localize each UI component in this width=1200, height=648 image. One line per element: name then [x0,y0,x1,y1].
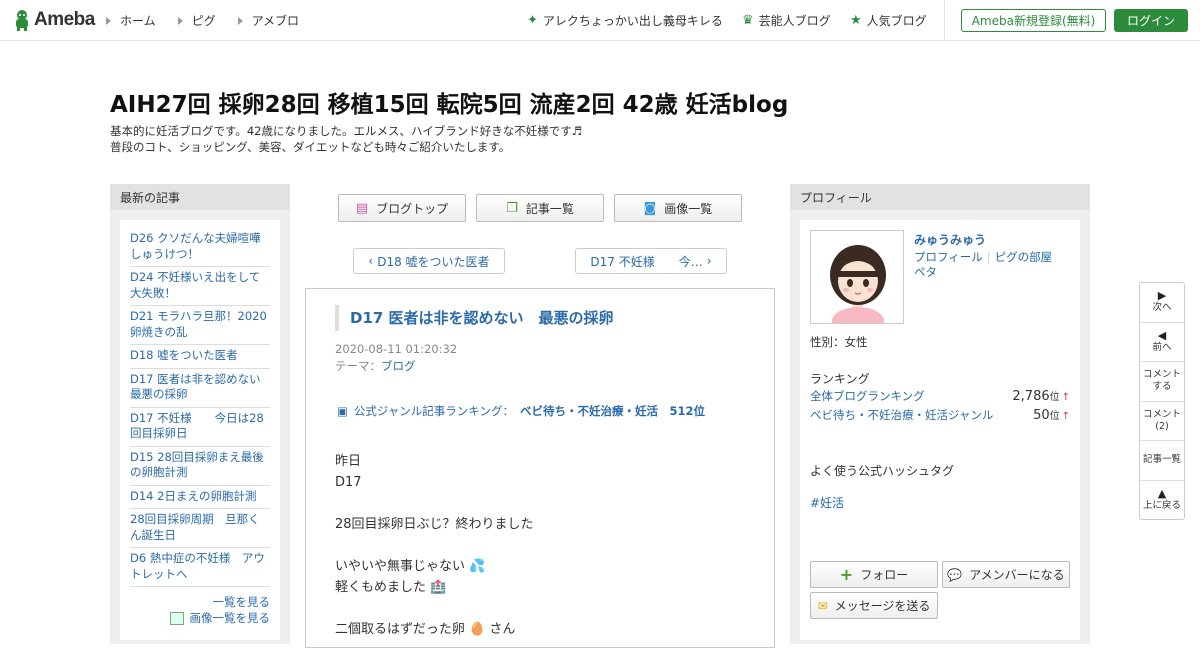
article-theme: テーマ：ブログ [335,359,416,373]
blog-description: 基本的に妊活ブログです。42歳になりました。エルメス、ハイブランド好きな不妊様で… [110,124,583,154]
view-images-link[interactable]: 画像一覧を見る [130,610,270,626]
profile-sidebar: プロフィール みゅうみゅう プロフィール | ピグの部屋 ペタ 性別：女性 ラン… [790,184,1090,644]
genre-ranking-link[interactable]: ▣ 公式ジャンル記事ランキング： ベビ待ち・不妊治療・妊活 512位 [337,403,705,419]
blog-title[interactable]: AIH27回 採卵28回 移植15回 転院5回 流産2回 42歳 妊活blog [110,85,788,119]
ranking-row-overall: 全体ブログランキング 2,786位 ↑ [810,388,1070,404]
article-list-button[interactable]: ❐ 記事一覧 [476,194,604,222]
play-right-icon: ▶ [1157,289,1167,303]
triangle-icon [237,16,243,25]
nav-ameblo[interactable]: アメブロ [237,12,299,29]
crown-icon: ♛ [742,13,754,28]
recent-article-item[interactable]: D17 不妊様 今日は28回目採卵日 [130,408,270,447]
play-left-icon: ◀ [1157,328,1167,342]
sidebar-heading: 最新の記事 [110,184,290,210]
global-nav: ホーム ピグ アメブロ [106,12,321,29]
recent-article-item[interactable]: D14 2日まえの卵胞計測 [130,486,270,509]
recent-article-item[interactable]: D18 嘘をついた医者 [130,345,270,369]
ameba-logo[interactable]: Ameba [12,8,95,32]
next-article-button[interactable]: D17 不妊様 今… › [575,248,727,274]
chevron-right-icon: › [706,254,712,268]
article-list-tool[interactable]: 記事一覧 [1140,441,1184,481]
recent-article-item[interactable]: D21 モラハラ旦那！2020卵焼きの乱 [130,306,270,345]
article-body: 昨日 D17 28回目採卵日ぶじ？終わりました いやいや無事じゃない 💦 軽くも… [335,454,534,637]
ranking-row-genre: ベビ待ち・不妊治療・妊活ジャンル 50位 ↑ [810,407,1070,423]
profile-gender: 性別：女性 [810,335,868,349]
recent-article-item[interactable]: D26 クソだんな夫婦喧嘩しゅうけつ！ [130,228,270,267]
camera-icon: ◙ [643,200,657,216]
follow-button[interactable]: + フォロー [810,561,938,588]
pig-room-link[interactable]: ピグの部屋 [995,250,1053,264]
avatar-illustration [811,231,903,323]
article-date: 2020-08-11 01:20:32 [335,342,458,356]
genre-ranking-link[interactable]: ベビ待ち・不妊治療・妊活ジャンル [810,407,993,423]
recent-article-item[interactable]: D6 熱中症の不妊様 アウトレットへ [130,548,270,587]
triangle-up-icon: ▲ [1157,487,1167,501]
recent-articles-sidebar: 最新の記事 D26 クソだんな夫婦喧嘩しゅうけつ！ D24 不妊様いえ出をして大… [110,184,290,644]
login-button[interactable]: ログイン [1114,9,1188,32]
hashtag-title: よく使う公式ハッシュタグ [810,464,955,478]
copy-icon: ❐ [506,200,518,216]
recent-article-item[interactable]: 28回目採卵周期 旦那くん誕生日 [130,509,270,548]
ranking-icon: ▣ [337,404,348,418]
ameba-mascot-icon [16,10,28,31]
profile-links: プロフィール | ピグの部屋 ペタ [914,250,1074,280]
star-icon: ★ [850,13,862,28]
send-message-button[interactable]: ✉ メッセージを送る [810,592,938,619]
overall-ranking-link[interactable]: 全体ブログランキング [810,388,925,404]
header-divider [944,0,945,40]
separator: | [986,250,991,264]
avatar[interactable] [810,230,904,324]
triangle-icon [177,16,183,25]
triangle-icon [106,16,111,25]
prev-article-tool[interactable]: ◀ 前へ [1140,323,1184,362]
trending-topic-link[interactable]: ✦ アレクちょっかい出し義母キレる [527,12,723,29]
document-icon: ▤ [355,200,369,216]
recent-articles-list: D26 クソだんな夫婦喧嘩しゅうけつ！ D24 不妊様いえ出をして大失敗！ D2… [120,220,280,640]
logo-text: Ameba [34,9,95,30]
global-header: Ameba ホーム ピグ アメブロ ✦ アレクちょっかい出し義母キレる ♛ 芸能人ブ… [0,0,1200,41]
ranking-title: ランキング [810,372,870,386]
recent-article-item[interactable]: D15 28回目採卵まえ最後の卵胞計測 [130,447,270,486]
arrow-up-icon: ↑ [1061,411,1070,422]
recent-article-item[interactable]: D17 医者は非を認めない 最悪の採卵 [130,369,272,408]
theme-link[interactable]: ブログ [381,359,416,373]
amember-button[interactable]: 💬 アメンバーになる [942,561,1070,588]
profile-name[interactable]: みゅうみゅう [914,231,986,248]
nav-home[interactable]: ホーム [106,12,156,29]
back-to-top-tool[interactable]: ▲ 上に戻る [1140,481,1184,521]
next-article-tool[interactable]: ▶ 次へ [1140,283,1184,323]
article-title[interactable]: D17 医者は非を認めない 最悪の採卵 [335,305,614,331]
chat-bubble-icon: 💬 [947,567,963,582]
image-icon [169,611,184,625]
view-comments-tool[interactable]: コメント (2) [1140,402,1184,441]
profile-card: みゅうみゅう プロフィール | ピグの部屋 ペタ 性別：女性 ランキング 全体ブログ… [800,220,1080,640]
arrow-up-icon: ↑ [1061,392,1070,403]
recent-article-item[interactable]: D24 不妊様いえ出をして大失敗！ [130,267,270,306]
ranking-value: 50 [1033,408,1050,423]
image-list-button[interactable]: ◙ 画像一覧 [614,194,742,222]
peta-link[interactable]: ペタ [914,265,937,279]
envelope-icon: ✉ [817,598,828,613]
popular-blog-link[interactable]: ★ 人気ブログ [850,12,927,29]
write-comment-tool[interactable]: コメント する [1140,362,1184,402]
celebrity-blog-link[interactable]: ♛ 芸能人ブログ [742,12,831,29]
view-all-articles-link[interactable]: 一覧を見る [130,595,271,610]
sparkle-icon: ✦ [527,13,538,28]
prev-article-button[interactable]: ‹ D18 嘘をついた医者 [353,248,505,274]
plus-icon: + [839,565,854,584]
register-button[interactable]: Ameba新規登録(無料) [961,9,1106,32]
blog-top-button[interactable]: ▤ ブログトップ [338,194,466,222]
ranking-value: 2,786 [1012,389,1050,404]
nav-pigg[interactable]: ピグ [177,12,216,29]
chevron-left-icon: ‹ [368,254,374,268]
article-card: D17 医者は非を認めない 最悪の採卵 2020-08-11 01:20:32 … [305,288,775,648]
floating-toolbar: ▶ 次へ ◀ 前へ コメント する コメント (2) 記事一覧 ▲ 上に戻る [1139,282,1185,520]
hashtag-link[interactable]: #妊活 [810,494,844,511]
sidebar-heading: プロフィール [790,184,1090,210]
profile-link[interactable]: プロフィール [914,250,983,264]
